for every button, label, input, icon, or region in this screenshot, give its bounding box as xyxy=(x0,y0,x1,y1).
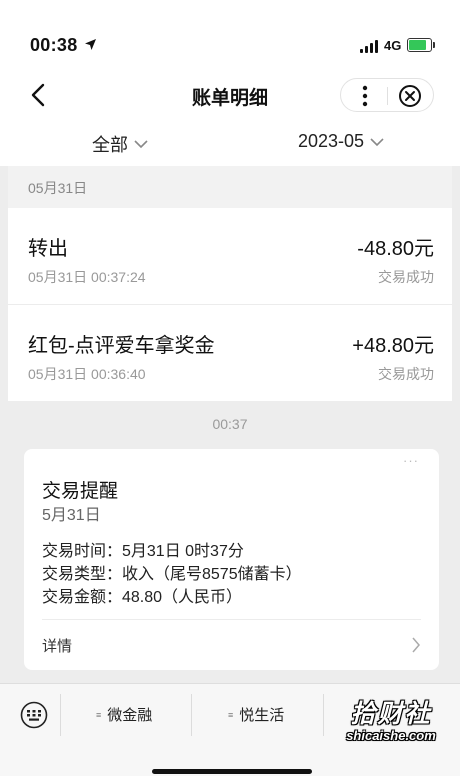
card-details: 交易时间：5月31日 0时37分 交易类型：收入（尾号8575储蓄卡） 交易金额… xyxy=(42,540,302,609)
nav-bar: 账单明细 xyxy=(0,70,460,120)
chat-area: 00:37 ··· 交易提醒 5月31日 交易时间：5月31日 0时37分 交易… xyxy=(8,401,452,683)
menu-item-label: 悦生活 xyxy=(239,707,285,724)
transaction-title: 转出 xyxy=(28,238,68,260)
menu-item-label: 微金融 xyxy=(107,707,153,724)
transaction-list: 转出 -48.80元 05月31日 00:37:24 交易成功 红包-点评爱车拿… xyxy=(8,208,452,401)
menu-item-life[interactable]: ≡ 悦生活 xyxy=(228,704,284,725)
chevron-down-icon xyxy=(134,140,148,149)
card-more-dots[interactable]: ··· xyxy=(403,453,419,468)
transaction-amount: -48.80元 xyxy=(357,238,434,260)
transaction-status: 交易成功 xyxy=(378,269,434,285)
transaction-amount: +48.80元 xyxy=(352,335,434,357)
menu-separator xyxy=(323,694,324,736)
card-title: 交易提醒 xyxy=(42,481,119,502)
card-detail-line: 交易金额：48.80（人民币） xyxy=(42,589,243,606)
battery-icon xyxy=(407,38,432,52)
menu-list-icon: ≡ xyxy=(96,709,102,720)
month-filter[interactable]: 2023-05 xyxy=(298,131,384,152)
transaction-row[interactable]: 转出 -48.80元 05月31日 00:37:24 交易成功 xyxy=(8,208,452,304)
card-details-link[interactable]: 详情 xyxy=(42,635,72,656)
transaction-status: 交易成功 xyxy=(378,366,434,382)
battery-fill xyxy=(409,40,426,50)
circle-close-icon[interactable] xyxy=(397,83,423,109)
status-bar: 00:38 4G xyxy=(0,0,460,70)
card-divider xyxy=(42,619,421,620)
network-type: 4G xyxy=(384,38,402,53)
date-group-header: 05月31日 xyxy=(8,166,452,208)
menu-item-finance[interactable]: ≡ 微金融 xyxy=(96,704,152,725)
home-indicator xyxy=(152,769,312,774)
month-filter-label: 2023-05 xyxy=(298,131,365,151)
bottom-menu-bar: ≡ 微金融 ≡ 悦生活 拾财社 shicaishe.com xyxy=(0,683,460,776)
transaction-alert-card[interactable]: ··· 交易提醒 5月31日 交易时间：5月31日 0时37分 交易类型：收入（… xyxy=(24,449,439,670)
keyboard-icon[interactable] xyxy=(20,701,48,729)
battery-tip xyxy=(433,42,435,48)
watermark-logo: 拾财社 shicaishe.com xyxy=(336,694,446,743)
capsule-divider xyxy=(387,87,388,105)
more-vertical-icon[interactable] xyxy=(351,82,379,110)
type-filter[interactable]: 全部 xyxy=(92,131,148,157)
chevron-right-icon xyxy=(412,637,420,653)
menu-separator xyxy=(191,694,192,736)
chat-timestamp: 00:37 xyxy=(212,416,248,432)
menu-list-icon: ≡ xyxy=(228,709,234,720)
transaction-time: 05月31日 00:36:40 xyxy=(28,366,146,382)
location-arrow-icon xyxy=(85,39,96,50)
menu-separator xyxy=(60,694,61,736)
mini-program-capsule xyxy=(340,78,434,112)
transaction-row[interactable]: 红包-点评爱车拿奖金 +48.80元 05月31日 00:36:40 交易成功 xyxy=(8,304,452,400)
chevron-down-icon xyxy=(370,137,384,146)
status-time: 00:38 xyxy=(30,35,78,55)
transaction-time: 05月31日 00:37:24 xyxy=(28,269,146,285)
signal-icon xyxy=(360,40,378,53)
card-date: 5月31日 xyxy=(42,507,101,524)
filter-bar: 全部 2023-05 xyxy=(0,120,460,166)
card-detail-line: 交易时间：5月31日 0时37分 xyxy=(42,543,244,560)
transaction-title: 红包-点评爱车拿奖金 xyxy=(28,335,215,357)
watermark-main-text: 拾财社 xyxy=(350,700,432,728)
type-filter-label: 全部 xyxy=(92,135,128,155)
watermark-sub-text: shicaishe.com xyxy=(346,728,436,743)
card-detail-line: 交易类型：收入（尾号8575储蓄卡） xyxy=(42,566,302,583)
